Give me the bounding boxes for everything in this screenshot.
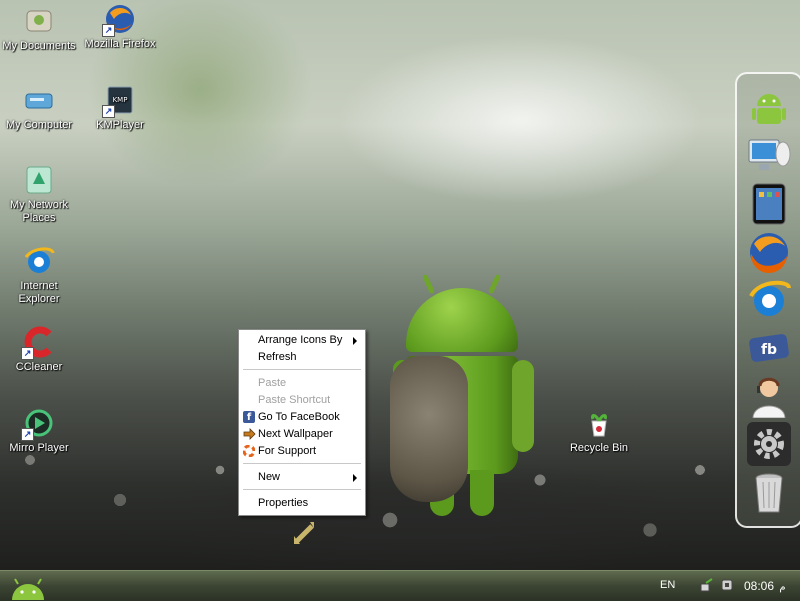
desktop-icon-my-documents[interactable]: My Documents — [0, 5, 81, 53]
desktop-icon-kmplayer[interactable]: KMP ↗ KMPlayer — [78, 84, 162, 132]
menu-item-go-to-facebook[interactable]: f Go To FaceBook — [241, 409, 363, 426]
cursor-icon — [292, 520, 316, 546]
language-indicator[interactable]: EN — [660, 579, 675, 591]
menu-item-paste-shortcut: Paste Shortcut — [258, 394, 331, 406]
menu-item-new[interactable]: New — [241, 469, 363, 486]
settings-gear-icon[interactable] — [747, 422, 791, 466]
menu-item-arrange-icons-by[interactable]: Arrange Icons By — [241, 332, 363, 349]
support-agent-icon[interactable] — [747, 374, 791, 419]
svg-text:KMP: KMP — [113, 96, 128, 104]
menu-item-properties[interactable]: Properties — [241, 495, 363, 512]
internet-explorer-icon[interactable] — [747, 278, 791, 322]
desktop-icon-mirro-player[interactable]: ↗ Mirro Player — [0, 407, 81, 455]
network-tray-icon[interactable] — [700, 578, 714, 592]
internet-explorer-icon — [23, 245, 55, 277]
submenu-arrow-icon — [353, 337, 357, 345]
menu-item-paste: Paste — [258, 377, 287, 389]
computer-drive-icon — [23, 84, 55, 116]
svg-text:fb: fb — [761, 342, 777, 358]
safely-remove-hardware-icon[interactable] — [720, 578, 734, 592]
menu-item-refresh[interactable]: Refresh — [241, 349, 363, 366]
taskbar: EN 08:06 م — [0, 570, 800, 601]
side-dock: fb — [735, 72, 800, 528]
trash-can-icon[interactable] — [747, 470, 791, 514]
desktop-icon-internet-explorer[interactable]: Internet Explorer — [0, 245, 81, 306]
desktop[interactable]: My Documents ↗ Mozilla Firefox My Comput… — [0, 0, 800, 570]
desktop-icon-recycle-bin[interactable]: Recycle Bin — [557, 407, 641, 455]
menu-item-next-wallpaper[interactable]: Next Wallpaper — [241, 426, 363, 443]
tablet-icon[interactable] — [747, 182, 791, 226]
start-button[interactable] — [6, 572, 50, 600]
menu-item-for-support[interactable]: For Support — [241, 443, 363, 460]
computer-network-icon[interactable] — [747, 134, 791, 178]
desktop-icon-my-network-places[interactable]: My Network Places — [0, 164, 81, 225]
facebook-icon[interactable]: fb — [747, 326, 791, 370]
mirro-player-icon: ↗ — [21, 407, 55, 441]
submenu-arrow-icon — [353, 474, 357, 482]
ccleaner-icon: ↗ — [21, 326, 55, 360]
firefox-icon: ↗ — [102, 3, 136, 37]
menu-separator — [243, 369, 361, 370]
desktop-icon-my-computer[interactable]: My Computer — [0, 84, 81, 132]
system-tray: EN 08:06 م — [650, 571, 800, 601]
desktop-context-menu: Arrange Icons By Refresh Paste Paste Sho… — [238, 329, 366, 516]
android-icon[interactable] — [747, 86, 791, 130]
menu-separator — [243, 463, 361, 464]
desktop-icon-mozilla-firefox[interactable]: ↗ Mozilla Firefox — [78, 3, 162, 51]
clock[interactable]: 08:06 م — [744, 579, 786, 593]
arrow-right-icon — [243, 428, 256, 440]
recycle-bin-icon — [583, 407, 615, 439]
lifebuoy-icon — [242, 444, 256, 458]
desktop-icon-ccleaner[interactable]: ↗ CCleaner — [0, 326, 81, 374]
facebook-icon: f — [243, 411, 255, 423]
network-places-icon — [23, 164, 55, 196]
menu-separator — [243, 489, 361, 490]
documents-folder-icon — [23, 5, 55, 37]
android-start-icon — [12, 578, 44, 600]
firefox-icon[interactable] — [747, 230, 791, 274]
kmplayer-icon: KMP ↗ — [102, 84, 136, 118]
